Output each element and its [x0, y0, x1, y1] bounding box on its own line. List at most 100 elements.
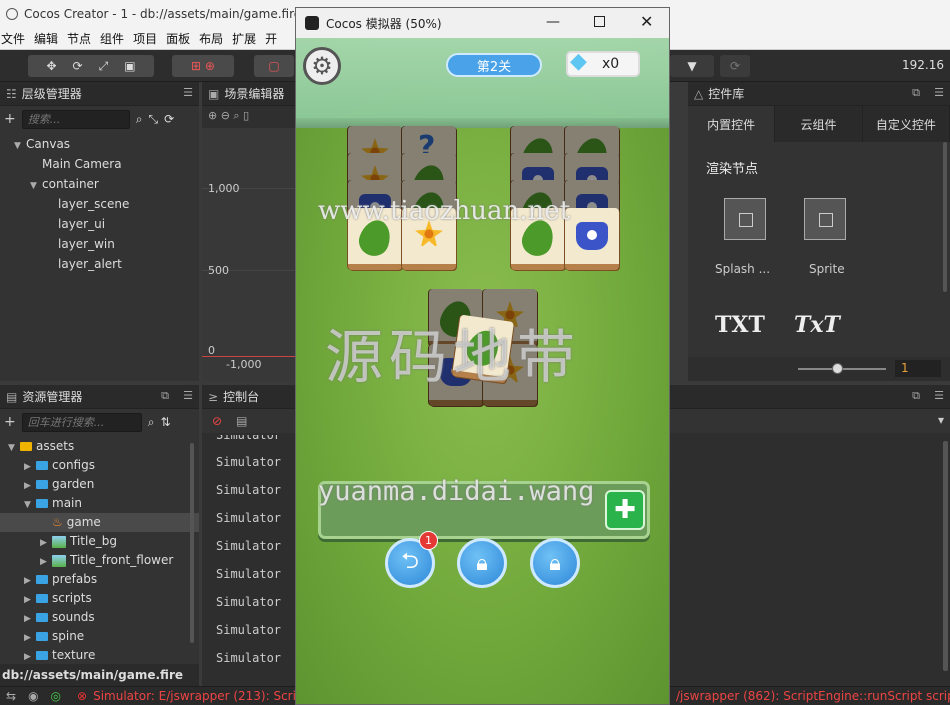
- console-line: Simulator: [216, 567, 282, 581]
- hierarchy-node[interactable]: layer_scene: [0, 194, 199, 214]
- add-icon[interactable]: +: [4, 414, 16, 430]
- rect-tool-icon[interactable]: ▣: [124, 59, 135, 73]
- asset-item[interactable]: ▶ configs: [0, 456, 199, 475]
- asset-item[interactable]: ▼ assets: [0, 437, 199, 456]
- platform-dropdown[interactable]: ▼: [670, 55, 714, 77]
- assets-search-input[interactable]: 回车进行搜索...: [21, 412, 142, 432]
- rotate-tool-icon[interactable]: ⟳: [73, 59, 83, 73]
- hierarchy-node[interactable]: Main Camera: [0, 154, 199, 174]
- tile-pot[interactable]: [565, 208, 619, 270]
- expand-arrow-icon[interactable]: ▼: [24, 496, 36, 515]
- gizmo-tools[interactable]: ⊞ ⊕: [172, 55, 234, 77]
- menu-icon[interactable]: ☰: [934, 86, 944, 99]
- asset-item[interactable]: ▶ Title_front_flower: [0, 551, 199, 570]
- expand-arrow-icon[interactable]: ▼: [30, 176, 42, 196]
- hierarchy-search-input[interactable]: 搜索...: [21, 109, 130, 129]
- menu-icon[interactable]: ☰: [183, 389, 193, 402]
- locate-icon[interactable]: ⤡: [148, 112, 158, 127]
- asset-item[interactable]: ♨ game: [0, 513, 199, 532]
- menu-component[interactable]: 组件: [100, 30, 124, 47]
- transform-tools: ✥ ⟳ ⤢ ▣: [28, 55, 154, 77]
- watermark: yuanma.didai.wang: [318, 476, 595, 507]
- asset-item[interactable]: ▶ spine: [0, 627, 199, 646]
- tab-builtin[interactable]: 内置控件: [688, 106, 776, 142]
- menu-developer[interactable]: 开: [265, 30, 277, 47]
- folder-icon: [36, 461, 48, 470]
- asset-item[interactable]: ▶ texture: [0, 646, 199, 665]
- maximize-icon[interactable]: ⧉: [912, 389, 920, 403]
- menu-extension[interactable]: 扩展: [232, 30, 256, 47]
- console-line: Simulator: [216, 483, 282, 497]
- menu-icon[interactable]: ☰: [183, 86, 193, 99]
- scene-zoom-tools[interactable]: ⊕ ⊖ ⌕ ▯: [202, 106, 295, 128]
- zoom-input[interactable]: 1: [895, 360, 941, 377]
- zoom-slider[interactable]: [832, 363, 843, 374]
- asset-item[interactable]: ▶ sounds: [0, 608, 199, 627]
- scrollbar[interactable]: [943, 441, 948, 671]
- maximize-icon[interactable]: ⧉: [161, 389, 169, 403]
- tab-cloud[interactable]: 云组件: [775, 106, 863, 142]
- tab-custom[interactable]: 自定义控件: [863, 106, 950, 142]
- asset-item[interactable]: ▶ scripts: [0, 589, 199, 608]
- search-icon[interactable]: ⌕: [136, 112, 143, 127]
- asset-item[interactable]: ▼ main: [0, 494, 199, 513]
- scrollbar[interactable]: [190, 443, 194, 643]
- scene-canvas[interactable]: 1,000 500 0 -1,000: [202, 128, 295, 381]
- search-icon[interactable]: ⌕: [148, 415, 155, 430]
- assets-header: ▤ 资源管理器 ⧉ ☰: [0, 385, 199, 409]
- scale-tool-icon[interactable]: ⤢: [99, 59, 109, 74]
- sort-icon[interactable]: ⇅: [160, 415, 170, 429]
- menu-icon[interactable]: ☰: [934, 389, 944, 402]
- expand-arrow-icon[interactable]: ▼: [8, 439, 20, 458]
- menu-edit[interactable]: 编辑: [34, 30, 58, 47]
- library-tabs: 内置控件 云组件 自定义控件: [688, 106, 950, 142]
- scene-icon: ▣: [208, 86, 220, 101]
- image-icon: [52, 535, 66, 548]
- log-file-icon[interactable]: ▤: [236, 414, 247, 428]
- refresh-icon[interactable]: ⟳: [164, 112, 174, 126]
- menu-layout[interactable]: 布局: [199, 30, 223, 47]
- maximize-icon[interactable]: ⧉: [912, 86, 920, 100]
- richtext-component-icon[interactable]: TxT: [794, 312, 840, 338]
- settings-gear-icon[interactable]: ⚙: [303, 47, 341, 85]
- menu-panel[interactable]: 面板: [166, 30, 190, 47]
- move-tool-icon[interactable]: ✥: [46, 59, 56, 73]
- hierarchy-header: ☷ 层级管理器 ☰: [0, 82, 199, 106]
- scrollbar[interactable]: [943, 142, 947, 292]
- scene-y-label: 500: [208, 264, 229, 277]
- splash-component-icon[interactable]: [724, 198, 766, 240]
- collapse-icon[interactable]: ▾: [938, 413, 944, 427]
- database-icon: ◉: [28, 689, 39, 703]
- assets-search-row: + 回车进行搜索... ⌕ ⇅: [0, 409, 199, 435]
- close-icon[interactable]: ✕: [640, 12, 653, 31]
- hierarchy-node-label: Main Camera: [42, 157, 122, 171]
- hierarchy-tree: ▼ Canvas Main Camera ▼ container layer_scene l…: [0, 132, 199, 274]
- hierarchy-node[interactable]: ▼ Canvas: [0, 134, 199, 154]
- menu-file[interactable]: 文件: [1, 30, 25, 47]
- asset-item[interactable]: ▶ Title_bg: [0, 532, 199, 551]
- level-badge: 第2关: [446, 53, 542, 77]
- locked-button[interactable]: 🔒︎: [457, 538, 507, 588]
- hierarchy-node[interactable]: layer_ui: [0, 214, 199, 234]
- add-icon[interactable]: +: [4, 111, 16, 127]
- menu-project[interactable]: 项目: [133, 30, 157, 47]
- refresh-button[interactable]: ⟳: [720, 55, 750, 77]
- expand-arrow-icon[interactable]: ▼: [14, 136, 26, 156]
- label-component-icon[interactable]: TXT: [715, 312, 765, 338]
- assets-panel: ▤ 资源管理器 ⧉ ☰ + 回车进行搜索... ⌕ ⇅ ▼ assets ▶ conf…: [0, 385, 199, 686]
- hierarchy-node[interactable]: layer_alert: [0, 254, 199, 274]
- asset-item[interactable]: ▶ garden: [0, 475, 199, 494]
- hierarchy-node[interactable]: ▼ container: [0, 174, 199, 194]
- minimize-icon[interactable]: —: [546, 14, 560, 30]
- hierarchy-node[interactable]: layer_win: [0, 234, 199, 254]
- asset-item[interactable]: ▶ prefabs: [0, 570, 199, 589]
- sprite-component-icon[interactable]: [804, 198, 846, 240]
- add-slot-button[interactable]: ✚: [605, 490, 645, 530]
- pivot-icon: ⊞ ⊕: [191, 59, 215, 73]
- clear-icon[interactable]: ⊘: [212, 414, 222, 428]
- maximize-icon[interactable]: [594, 16, 605, 27]
- menu-node[interactable]: 节点: [67, 30, 91, 47]
- asset-item-label: configs: [52, 458, 95, 472]
- locked-button[interactable]: 🔒︎: [530, 538, 580, 588]
- preview-tools[interactable]: ▢: [254, 55, 294, 77]
